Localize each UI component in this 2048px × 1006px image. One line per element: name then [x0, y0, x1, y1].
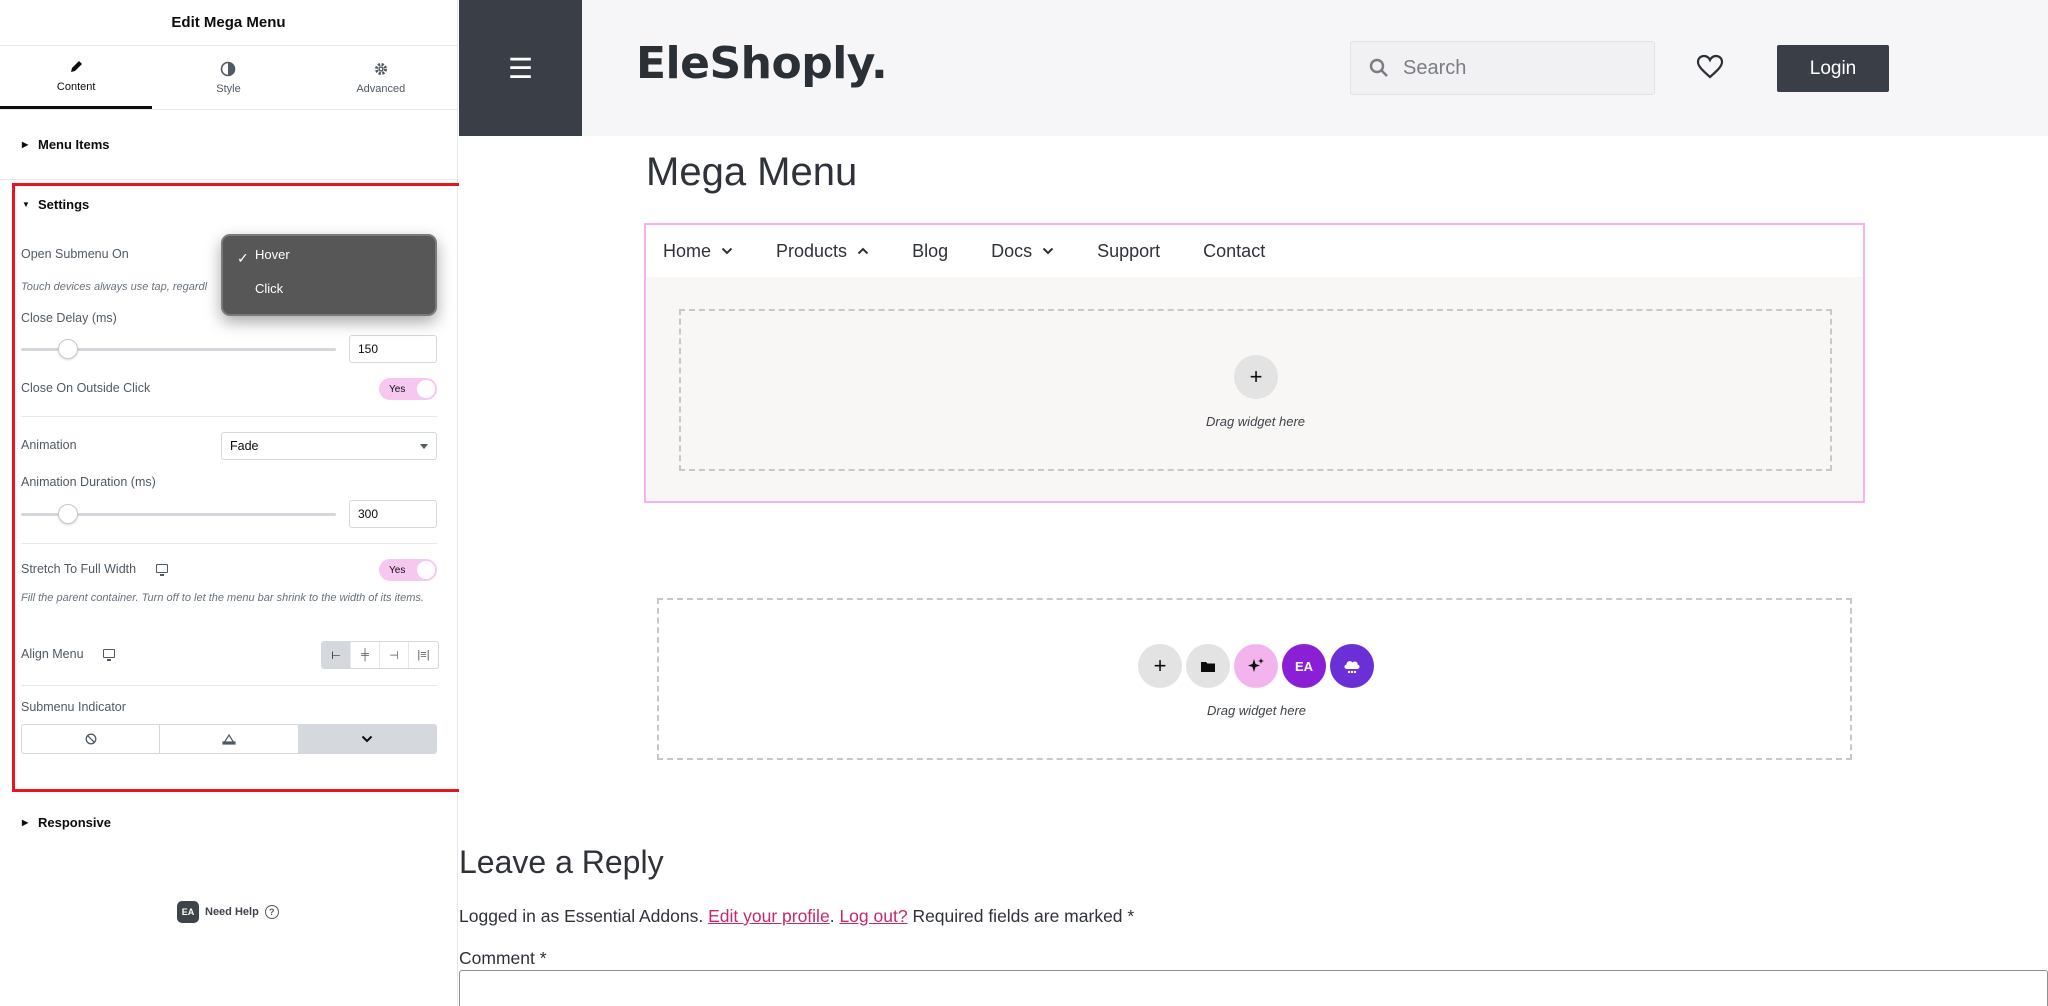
- drop-zone[interactable]: + EA Drag widget here: [657, 598, 1852, 760]
- drag-widget-text: Drag widget here: [1206, 414, 1305, 429]
- pencil-icon: [71, 61, 83, 72]
- chevron-up-icon: [857, 247, 869, 255]
- site-header: EleShoply. Search Login: [582, 0, 2048, 136]
- tab-advanced[interactable]: Advanced: [305, 46, 457, 109]
- add-section-button[interactable]: +: [1138, 644, 1182, 688]
- dropdown-option-hover[interactable]: Hover: [255, 247, 290, 262]
- mega-menu-nav: Home Products Blog Docs Support Contact: [646, 225, 1863, 277]
- nav-item-label: Support: [1097, 240, 1161, 261]
- question-icon: ?: [264, 905, 279, 919]
- nav-item-home[interactable]: Home: [663, 241, 733, 262]
- site-logo[interactable]: EleShoply.: [636, 38, 888, 89]
- checkmark-icon: ✓: [237, 250, 249, 266]
- required-fields-text: Required fields are marked *: [912, 906, 1135, 926]
- tab-content-label: Content: [56, 81, 96, 93]
- nav-item-products[interactable]: Products: [776, 241, 869, 262]
- gear-icon: [374, 62, 387, 75]
- tab-style-label: Style: [216, 82, 241, 95]
- nav-item-blog[interactable]: Blog: [912, 241, 948, 262]
- essential-addons-button[interactable]: EA: [1282, 644, 1326, 688]
- hamburger-icon: ☰: [507, 52, 534, 84]
- chevron-down-icon: [721, 247, 733, 255]
- caret-right-icon: ▶: [22, 817, 29, 827]
- ai-button[interactable]: [1234, 644, 1278, 688]
- nav-item-label: Blog: [912, 240, 949, 261]
- editor-panel: Edit Mega Menu Content Style Advanced ▶ …: [0, 0, 468, 1006]
- template-library-button[interactable]: [1186, 644, 1230, 688]
- reply-title: Leave a Reply: [459, 844, 664, 880]
- login-button[interactable]: Login: [1777, 45, 1889, 92]
- search-icon: [1369, 58, 1388, 77]
- need-help-link[interactable]: EA Need Help ?: [177, 901, 279, 923]
- section-menu-items-label: Menu Items: [38, 137, 110, 152]
- section-responsive-label: Responsive: [38, 814, 111, 830]
- caret-right-icon: ▶: [22, 140, 29, 149]
- comment-label: Comment *: [459, 948, 547, 968]
- dropdown-option-click[interactable]: Click: [255, 281, 283, 296]
- site-preview: ☰ EleShoply. Search Login Mega Menu Home…: [459, 0, 2048, 1006]
- nav-item-contact[interactable]: Contact: [1203, 241, 1265, 262]
- plus-icon: +: [1153, 653, 1167, 678]
- drag-widget-text: Drag widget here: [1207, 703, 1306, 718]
- templately-button[interactable]: [1330, 644, 1374, 688]
- chevron-down-icon: [1042, 247, 1054, 255]
- page-title: Mega Menu: [646, 150, 858, 194]
- search-placeholder: Search: [1403, 56, 1467, 79]
- panel-tabs: Content Style Advanced: [0, 46, 457, 110]
- nav-item-label: Products: [776, 240, 848, 261]
- sparkle-icon: [1248, 658, 1264, 672]
- half-circle-icon: [221, 61, 236, 76]
- edit-profile-link[interactable]: Edit your profile: [708, 906, 830, 926]
- nav-item-label: Contact: [1203, 240, 1266, 261]
- panel-title: Edit Mega Menu: [0, 0, 457, 46]
- hamburger-menu-button[interactable]: ☰: [459, 0, 582, 136]
- heart-icon[interactable]: [1696, 54, 1724, 80]
- comment-textarea[interactable]: [459, 970, 2048, 1006]
- drop-zone[interactable]: + Drag widget here: [679, 309, 1832, 471]
- nav-item-label: Docs: [991, 240, 1033, 261]
- folder-icon: [1201, 661, 1215, 672]
- mega-submenu-panel: + Drag widget here: [646, 277, 1863, 501]
- section-menu-items[interactable]: ▶ Menu Items: [0, 110, 457, 180]
- open-submenu-dropdown: ✓ Hover Click: [221, 234, 437, 316]
- nav-item-docs[interactable]: Docs: [991, 241, 1054, 262]
- logged-in-text: Logged in as Essential Addons.: [459, 906, 704, 926]
- log-out-link[interactable]: Log out?: [839, 906, 907, 926]
- period: .: [829, 906, 835, 926]
- add-widget-button[interactable]: +: [1234, 355, 1278, 399]
- logged-in-line: Logged in as Essential Addons. Edit your…: [459, 906, 1134, 927]
- cloud-icon: [1344, 661, 1360, 674]
- nav-item-label: Home: [663, 240, 712, 261]
- nav-item-support[interactable]: Support: [1097, 241, 1160, 262]
- ea-logo-icon: EA: [1294, 658, 1314, 674]
- tab-content[interactable]: Content: [0, 46, 153, 109]
- section-responsive[interactable]: ▶ Responsive: [0, 802, 458, 842]
- ea-logo-icon: EA: [177, 901, 199, 923]
- plus-icon: +: [1249, 364, 1263, 389]
- need-help-label: Need Help: [205, 906, 259, 918]
- tab-style[interactable]: Style: [152, 46, 304, 109]
- search-input[interactable]: Search: [1350, 41, 1655, 95]
- mega-menu-widget[interactable]: Home Products Blog Docs Support Contact: [644, 223, 1865, 503]
- tab-advanced-label: Advanced: [356, 82, 406, 95]
